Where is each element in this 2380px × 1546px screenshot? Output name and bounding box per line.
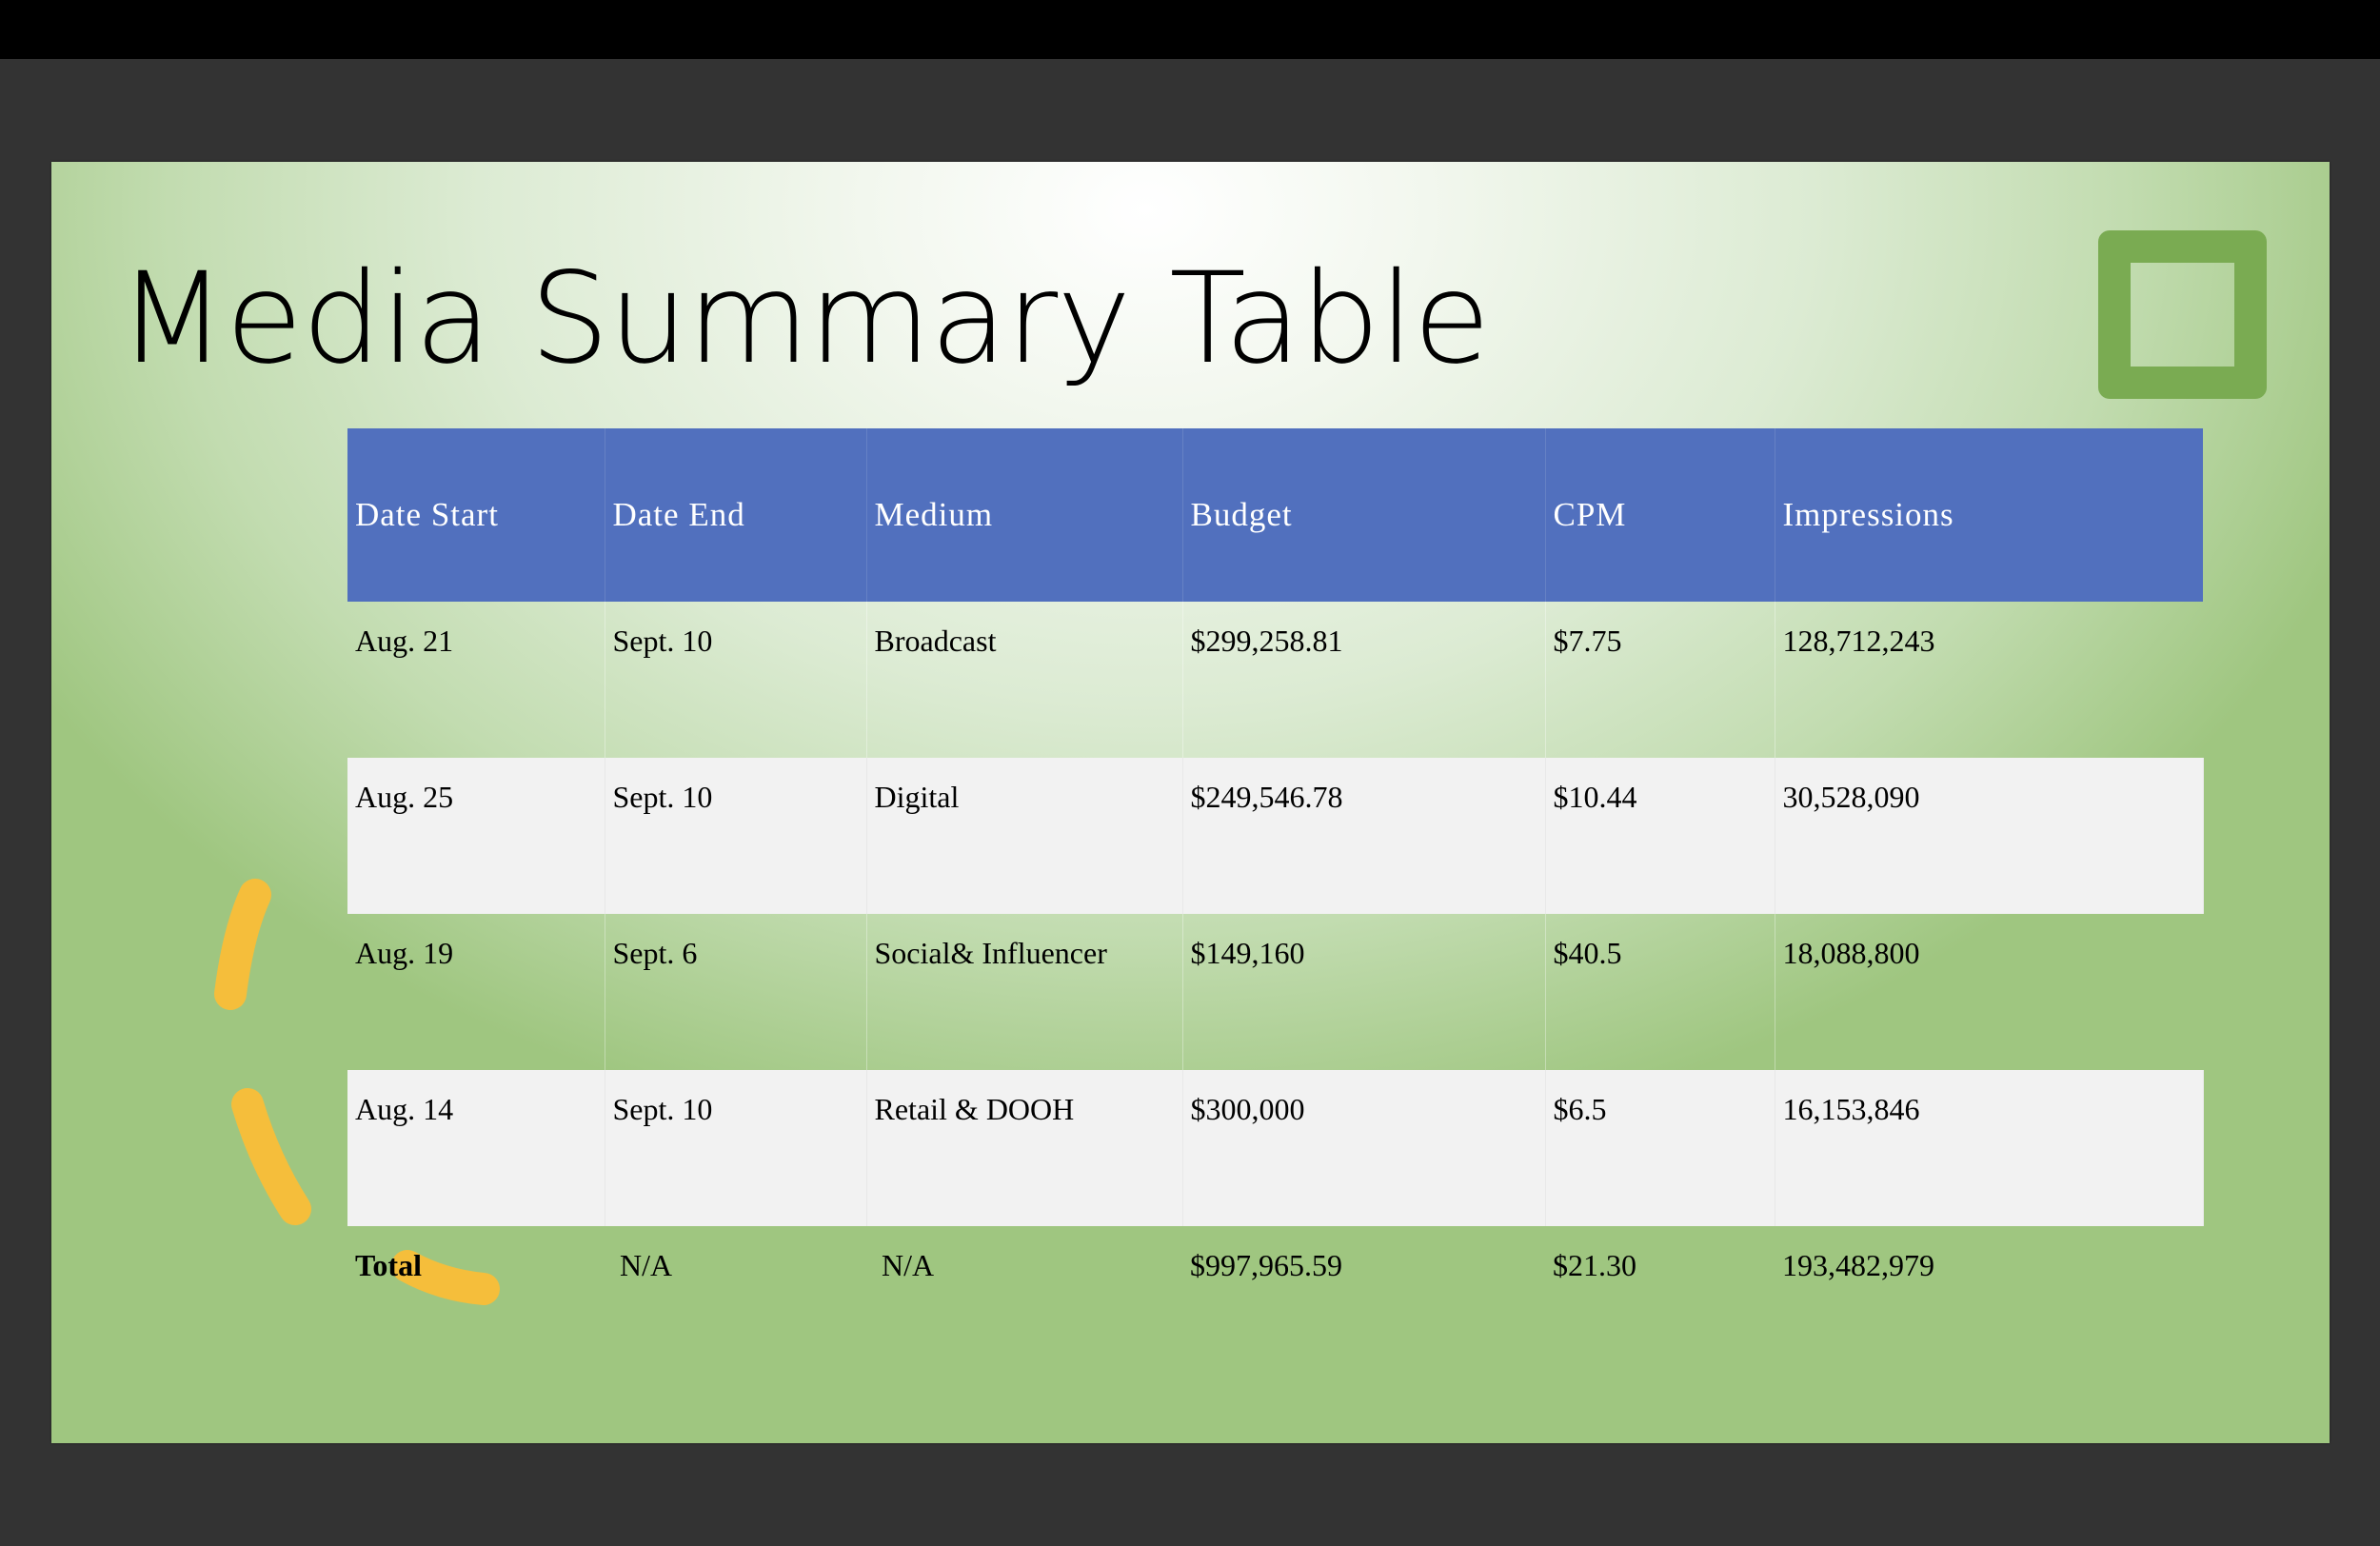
- cell-date-end: Sept. 10: [605, 758, 867, 914]
- cell-date-end: Sept. 10: [605, 602, 867, 758]
- cell-budget: $249,546.78: [1182, 758, 1546, 914]
- header-cpm: CPM: [1545, 428, 1775, 602]
- cell-date-start: Aug. 19: [347, 914, 605, 1070]
- cell-medium: Social& Influencer: [866, 914, 1183, 1070]
- table-row: Aug. 19 Sept. 6 Social& Influencer $149,…: [347, 914, 2203, 1070]
- cell-medium: Retail & DOOH: [866, 1070, 1183, 1226]
- cell-budget: $300,000: [1182, 1070, 1546, 1226]
- cell-impressions: 128,712,243: [1782, 624, 1935, 658]
- decorative-square-outline: [2098, 230, 2267, 399]
- cell-impressions: 30,528,090: [1775, 758, 2204, 914]
- cell-total-budget: $997,965.59: [1190, 1248, 1342, 1282]
- cell-total-label: Total: [355, 1248, 422, 1282]
- cell-total-impressions: 193,482,979: [1782, 1248, 1934, 1282]
- cell-total-cpm: $21.30: [1553, 1248, 1636, 1282]
- cell-budget: $149,160: [1182, 914, 1546, 1070]
- cell-date-start: Aug. 25: [347, 758, 605, 914]
- slide: Media Summary Table Date Start Date End …: [51, 162, 2330, 1443]
- cell-impressions: 16,153,846: [1775, 1070, 2204, 1226]
- cell-cpm: $10.44: [1545, 758, 1775, 914]
- window-top-bar: [0, 0, 2380, 59]
- table-row: Aug. 21 Sept. 10 Broadcast $299,258.81 $…: [347, 602, 2203, 758]
- cell-date-start: Aug. 21: [347, 602, 605, 758]
- arc-dash-2: [231, 1088, 311, 1225]
- cell-cpm: $7.75: [1545, 602, 1775, 758]
- slide-title: Media Summary Table: [118, 246, 1491, 392]
- cell-cpm: $40.5: [1545, 914, 1775, 1070]
- cell-medium: Digital: [866, 758, 1183, 914]
- cell-date-start: Aug. 14: [347, 1070, 605, 1226]
- cell-total-date-end: N/A: [620, 1248, 673, 1282]
- cell-impressions: 18,088,800: [1782, 936, 1920, 970]
- cell-budget: $299,258.81: [1182, 602, 1546, 758]
- table-row: Aug. 14 Sept. 10 Retail & DOOH $300,000 …: [347, 1070, 2204, 1226]
- media-summary-table: Date Start Date End Medium Budget CPM Im…: [347, 428, 2204, 1382]
- cell-medium: Broadcast: [866, 602, 1183, 758]
- table-header-row: Date Start Date End Medium Budget CPM Im…: [347, 428, 2203, 602]
- table-row: Aug. 25 Sept. 10 Digital $249,546.78 $10…: [347, 758, 2204, 914]
- header-date-start: Date Start: [347, 428, 605, 602]
- header-medium: Medium: [866, 428, 1183, 602]
- arc-dash-1: [214, 879, 271, 1010]
- header-date-end: Date End: [605, 428, 867, 602]
- table-total-row: Total N/A N/A $997,965.59 $21.30 193,482…: [347, 1226, 2203, 1382]
- header-budget: Budget: [1182, 428, 1546, 602]
- cell-date-end: Sept. 6: [605, 914, 867, 1070]
- cell-cpm: $6.5: [1545, 1070, 1775, 1226]
- header-impressions: Impressions: [1782, 496, 1954, 533]
- cell-total-medium: N/A: [882, 1248, 935, 1282]
- cell-date-end: Sept. 10: [605, 1070, 867, 1226]
